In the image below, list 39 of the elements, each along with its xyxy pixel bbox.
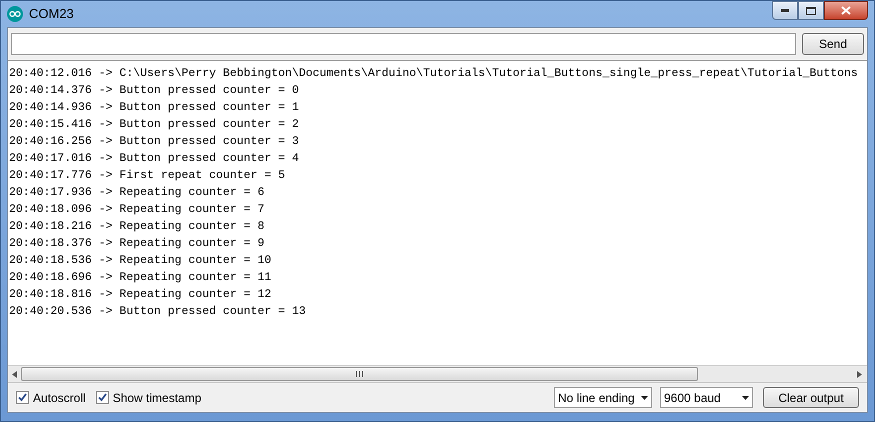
output-line: 20:40:15.416 -> Button pressed counter = 2 xyxy=(9,117,299,133)
grip-icon xyxy=(356,371,363,377)
scroll-left-icon[interactable] xyxy=(12,370,17,378)
output-line: 20:40:18.096 -> Repeating counter = 7 xyxy=(9,202,264,218)
checkbox[interactable] xyxy=(16,391,29,404)
dropdown[interactable]: No line ending xyxy=(554,387,652,408)
caret-icon xyxy=(742,396,749,400)
send-button[interactable]: Send xyxy=(802,33,864,55)
output-line: 20:40:18.816 -> Repeating counter = 12 xyxy=(9,287,272,303)
output-line: 20:40:17.016 -> Button pressed counter = 4 xyxy=(9,151,299,167)
close-icon xyxy=(841,6,851,15)
output-line: 20:40:18.376 -> Repeating counter = 9 xyxy=(9,236,264,252)
output-line: 20:40:17.936 -> Repeating counter = 6 xyxy=(9,185,264,201)
output-line: 20:40:20.536 -> Button pressed counter = 13 xyxy=(9,304,306,320)
minimize-button[interactable] xyxy=(772,1,798,20)
output-line: 20:40:16.256 -> Button pressed counter = 3 xyxy=(9,134,299,150)
horizontal-scrollbar[interactable] xyxy=(8,365,867,382)
minimize-icon xyxy=(781,9,789,12)
output-line: 20:40:18.536 -> Repeating counter = 10 xyxy=(9,253,272,269)
clear-output-button[interactable]: Clear output xyxy=(763,387,859,408)
output-line: 20:40:18.696 -> Repeating counter = 11 xyxy=(9,270,272,286)
output-line: 20:40:17.776 -> First repeat counter = 5 xyxy=(9,168,286,184)
caret-icon xyxy=(641,396,648,400)
output-line: 20:40:18.216 -> Repeating counter = 8 xyxy=(9,219,264,235)
scrollbar-thumb[interactable] xyxy=(21,367,698,381)
output-line: 20:40:12.016 -> C:\Users\Perry Bebbington\Documents\Arduino\Tutorials\Tutorial_Buttons_single_press_repeat\Tutorial_Buttons xyxy=(9,66,858,82)
checkbox[interactable] xyxy=(96,391,109,404)
maximize-button[interactable] xyxy=(798,1,824,20)
maximize-icon xyxy=(806,6,816,14)
output-line: 20:40:14.376 -> Button pressed counter = 0 xyxy=(9,83,299,99)
output-line: 20:40:14.936 -> Button pressed counter = 1 xyxy=(9,100,299,116)
app-logo-icon xyxy=(7,6,23,22)
checkbox-label: Show timestamp xyxy=(112,390,202,406)
checkbox-label: Autoscroll xyxy=(33,390,86,406)
input-field[interactable] xyxy=(11,33,796,55)
dropdown[interactable]: 9600 baud xyxy=(660,387,753,408)
close-button[interactable] xyxy=(824,1,868,20)
window-title: COM23 xyxy=(29,5,74,24)
scroll-right-icon[interactable] xyxy=(857,370,862,378)
